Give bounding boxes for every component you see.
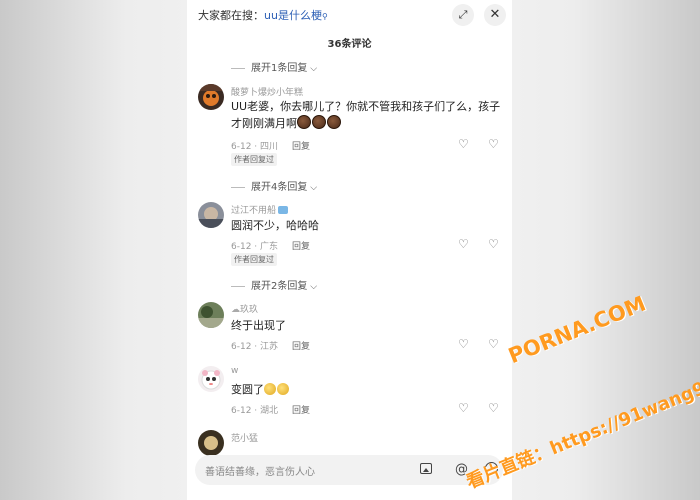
close-icon[interactable]: ✕ xyxy=(484,4,506,26)
expand-replies-label: 展开1条回复 xyxy=(251,63,308,74)
level-badge-icon xyxy=(278,206,289,214)
comment-text: 变圆了 xyxy=(231,381,501,398)
divider-line xyxy=(231,285,245,287)
comment-text: UU老婆，你去哪儿了？你就不管我和孩子们了么，孩子才刚刚满月啊 xyxy=(231,98,501,132)
comment-username[interactable]: ☁玖玖 xyxy=(231,302,258,315)
reply-button[interactable]: 回复 xyxy=(292,406,310,416)
search-keyword[interactable]: uu是什么梗 xyxy=(264,9,322,22)
comment-username-text: 过江不用船 xyxy=(231,206,277,216)
cloud-icon: ☁ xyxy=(231,305,240,315)
comment-date-location: 6-12 · 广东 xyxy=(231,242,279,252)
watermark-logo-text: PORNA.COM xyxy=(505,291,650,369)
comment-input-bar[interactable]: 善语结善缘，恶言伤人心 @ xyxy=(195,455,503,485)
reply-button[interactable]: 回复 xyxy=(292,142,310,152)
comment-meta: 6-12 · 四川 回复 xyxy=(231,139,310,152)
like-icon[interactable]: ♡ xyxy=(458,402,469,414)
image-icon[interactable] xyxy=(420,463,432,474)
comment-username[interactable]: 酸萝卜爆炒小年糕 xyxy=(231,85,303,98)
chevron-down-icon: ⌵ xyxy=(307,282,318,292)
dislike-icon[interactable]: ♡ xyxy=(488,138,499,150)
expand-replies-button[interactable]: 展开2条回复 ⌵ xyxy=(231,277,317,292)
divider-line xyxy=(231,186,245,188)
avatar[interactable] xyxy=(198,84,224,110)
comment-meta: 6-12 · 广东 回复 xyxy=(231,239,310,252)
comment-text-content: UU老婆，你去哪儿了？你就不管我和孩子们了么，孩子才刚刚满月啊 xyxy=(231,100,501,130)
comment-meta: 6-12 · 湖北 回复 xyxy=(231,403,310,416)
top-bar: 大家都在搜：uu是什么梗⚲ ⤢ ✕ xyxy=(187,0,512,30)
like-icon[interactable]: ♡ xyxy=(458,338,469,350)
like-icon[interactable]: ♡ xyxy=(458,138,469,150)
expand-replies-label: 展开2条回复 xyxy=(251,281,308,292)
search-icon: ⚲ xyxy=(321,12,328,21)
expand-icon[interactable]: ⤢ xyxy=(452,4,474,26)
comment-date-location: 6-12 · 四川 xyxy=(231,142,279,152)
emoji-icon xyxy=(297,115,311,129)
expand-replies-button[interactable]: 展开4条回复 ⌵ xyxy=(231,178,317,193)
avatar[interactable] xyxy=(198,430,224,456)
comment-username[interactable]: 范小猛 xyxy=(231,431,258,444)
search-prefix: 大家都在搜： xyxy=(198,9,264,22)
divider-line xyxy=(231,67,245,69)
emoji-icon xyxy=(277,383,289,395)
comment-username[interactable]: w xyxy=(231,366,238,376)
emoji-icon xyxy=(264,383,276,395)
author-replied-badge: 作者回复过 xyxy=(231,153,277,166)
comment-meta: 6-12 · 江苏 回复 xyxy=(231,339,310,352)
chevron-down-icon: ⌵ xyxy=(307,183,318,193)
chevron-down-icon: ⌵ xyxy=(307,64,318,74)
comments-panel: 大家都在搜：uu是什么梗⚲ ⤢ ✕ 36条评论 展开1条回复 ⌵ 酸萝卜爆炒小年… xyxy=(187,0,512,500)
comment-input-placeholder[interactable]: 善语结善缘，恶言伤人心 xyxy=(205,463,315,478)
avatar[interactable] xyxy=(198,366,224,392)
expand-replies-button[interactable]: 展开1条回复 ⌵ xyxy=(231,59,317,74)
comment-username[interactable]: 过江不用船 xyxy=(231,203,289,216)
dislike-icon[interactable]: ♡ xyxy=(488,238,499,250)
comment-text: 终于出现了 xyxy=(231,319,286,332)
comment-username-text: 玖玖 xyxy=(240,305,259,315)
avatar[interactable] xyxy=(198,202,224,228)
reply-button[interactable]: 回复 xyxy=(292,342,310,352)
dislike-icon[interactable]: ♡ xyxy=(488,338,499,350)
comment-date-location: 6-12 · 江苏 xyxy=(231,342,279,352)
comment-date-location: 6-12 · 湖北 xyxy=(231,406,279,416)
reply-button[interactable]: 回复 xyxy=(292,242,310,252)
comment-count: 36条评论 xyxy=(327,39,372,50)
comment-text-content: 变圆了 xyxy=(231,383,264,396)
comment-text: 圆润不少，哈哈哈 xyxy=(231,219,319,232)
expand-replies-label: 展开4条回复 xyxy=(251,182,308,193)
search-suggestion[interactable]: 大家都在搜：uu是什么梗⚲ xyxy=(198,7,328,23)
emoji-icon xyxy=(327,115,341,129)
dislike-icon[interactable]: ♡ xyxy=(488,402,499,414)
like-icon[interactable]: ♡ xyxy=(458,238,469,250)
avatar[interactable] xyxy=(198,302,224,328)
emoji-icon xyxy=(312,115,326,129)
author-replied-badge: 作者回复过 xyxy=(231,253,277,266)
